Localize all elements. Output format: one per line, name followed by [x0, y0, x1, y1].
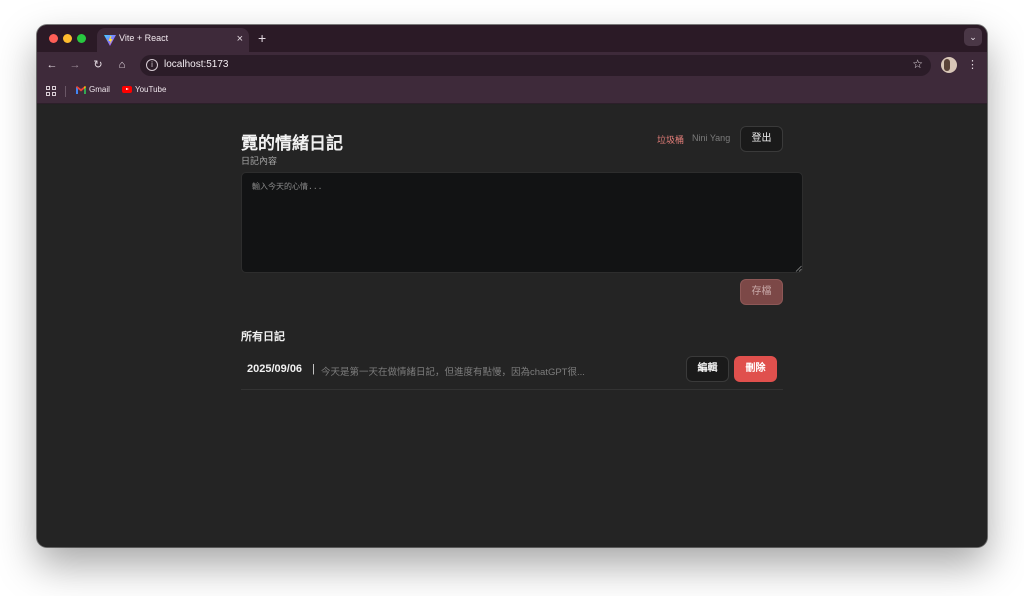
trash-link[interactable]: 垃圾桶 — [657, 133, 684, 146]
profile-avatar[interactable] — [941, 57, 957, 73]
browser-toolbar: ← → ↻ ⌂ i localhost:5173 ☆ ⋮ — [37, 52, 987, 79]
bookmarks-divider — [65, 86, 66, 97]
diary-input[interactable] — [241, 172, 803, 273]
bookmark-youtube[interactable]: YouTube — [122, 85, 166, 94]
site-info-icon[interactable]: i — [146, 59, 158, 71]
apps-grid-icon[interactable] — [46, 86, 56, 96]
new-tab-button[interactable]: + — [258, 28, 266, 48]
diary-entry-row: 2025/09/06 | 今天是第一天在做情緒日記，但進度有點慢，因為chatG… — [241, 352, 783, 390]
tab-close-icon[interactable]: × — [237, 31, 243, 47]
close-window-button[interactable] — [49, 34, 58, 43]
gmail-icon — [76, 85, 86, 94]
resize-handle-icon[interactable] — [795, 265, 802, 272]
delete-button[interactable]: 刪除 — [734, 356, 777, 382]
bookmark-label: Gmail — [89, 85, 110, 94]
tab-vite-react[interactable]: Vite + React × — [97, 28, 249, 52]
home-icon[interactable]: ⌂ — [114, 57, 130, 73]
username-label: Nini Yang — [692, 133, 731, 143]
entry-separator: | — [312, 363, 315, 375]
minimize-window-button[interactable] — [63, 34, 72, 43]
vite-logo-icon — [104, 35, 116, 46]
browser-menu-icon[interactable]: ⋮ — [967, 57, 978, 73]
reload-icon[interactable]: ↻ — [90, 57, 106, 73]
tab-search-button[interactable]: ⌄ — [964, 28, 982, 46]
youtube-icon — [122, 86, 132, 93]
tab-strip: Vite + React × + ⌄ — [37, 25, 987, 52]
logout-button[interactable]: 登出 — [740, 126, 783, 152]
page-title: 霓的情緒日記 — [241, 134, 343, 153]
bookmark-gmail[interactable]: Gmail — [76, 85, 110, 94]
maximize-window-button[interactable] — [77, 34, 86, 43]
address-url[interactable]: localhost:5173 — [164, 59, 229, 70]
entry-preview: 今天是第一天在做情緒日記，但進度有點慢，因為chatGPT很... — [321, 367, 585, 378]
entry-date: 2025/09/06 — [247, 363, 303, 375]
page-content: 霓的情緒日記 垃圾桶 Nini Yang 登出 日記內容 存檔 所有日記 202… — [37, 105, 987, 547]
bookmark-label: YouTube — [135, 85, 167, 94]
save-button[interactable]: 存檔 — [740, 279, 783, 305]
address-bar[interactable]: i localhost:5173 ☆ — [140, 55, 931, 76]
bookmark-star-icon[interactable]: ☆ — [912, 57, 923, 71]
browser-window: Vite + React × + ⌄ ← → ↻ ⌂ i localhost:5… — [37, 25, 987, 547]
diary-content-label: 日記內容 — [241, 156, 278, 166]
tab-title: Vite + React — [119, 33, 169, 43]
all-entries-heading: 所有日記 — [241, 331, 285, 343]
bookmarks-bar: Gmail YouTube — [37, 79, 987, 104]
edit-button[interactable]: 編輯 — [686, 356, 729, 382]
back-arrow-icon[interactable]: ← — [44, 57, 60, 73]
forward-arrow-icon[interactable]: → — [67, 57, 83, 73]
